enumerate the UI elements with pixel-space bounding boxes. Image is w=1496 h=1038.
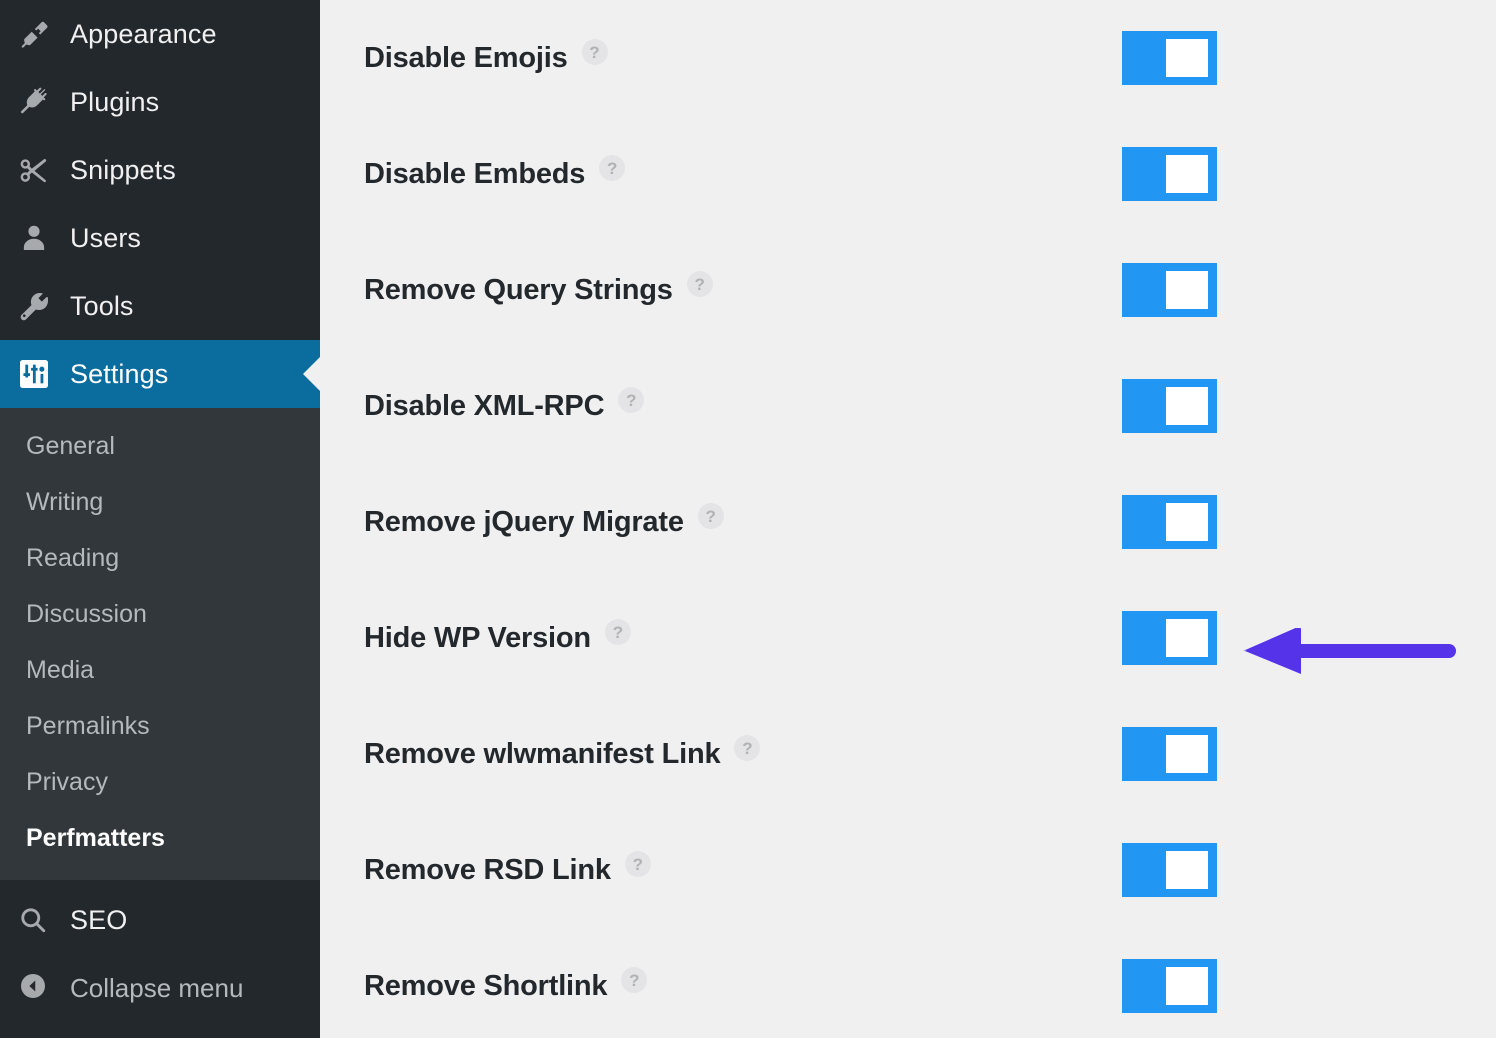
setting-row-disable-xml-rpc: Disable XML-RPC ? <box>320 348 1496 464</box>
sidebar-item-plugins[interactable]: Plugins <box>0 68 320 136</box>
toggle-knob <box>1166 503 1208 541</box>
help-icon[interactable]: ? <box>621 967 648 993</box>
sidebar-item-label: Users <box>70 222 142 253</box>
help-icon[interactable]: ? <box>581 39 608 65</box>
toggle-remove-rsd-link[interactable] <box>1122 843 1217 897</box>
sidebar-item-label: Plugins <box>70 86 160 117</box>
toggle-remove-jquery-migrate[interactable] <box>1122 495 1217 549</box>
toggle-hide-wp-version[interactable] <box>1122 611 1217 665</box>
admin-sidebar: Appearance Plugins Snippets Users Tools … <box>0 0 320 1038</box>
toggle-knob <box>1166 39 1208 77</box>
toggle-disable-emojis[interactable] <box>1122 31 1217 85</box>
setting-label: Hide WP Version <box>364 621 591 654</box>
setting-row-hide-wp-version: Hide WP Version ? <box>320 580 1496 696</box>
setting-label: Remove Shortlink <box>364 969 608 1002</box>
toggle-remove-query-strings[interactable] <box>1122 263 1217 317</box>
help-icon[interactable]: ? <box>599 155 626 181</box>
paintbrush-icon <box>18 18 62 50</box>
submenu-item-general[interactable]: General <box>0 418 320 474</box>
toggle-remove-wlwmanifest-link[interactable] <box>1122 727 1217 781</box>
setting-label: Remove wlwmanifest Link <box>364 737 721 770</box>
sidebar-main-menu: Appearance Plugins Snippets Users Tools … <box>0 0 320 408</box>
submenu-item-writing[interactable]: Writing <box>0 474 320 530</box>
toggle-knob <box>1166 387 1208 425</box>
sidebar-item-label: SEO <box>70 904 128 935</box>
submenu-item-permalinks[interactable]: Permalinks <box>0 698 320 754</box>
setting-label: Disable Emojis <box>364 41 568 74</box>
submenu-item-reading[interactable]: Reading <box>0 530 320 586</box>
setting-row-remove-rsd-link: Remove RSD Link ? <box>320 812 1496 928</box>
collapse-menu-label: Collapse menu <box>70 972 244 1003</box>
user-icon <box>18 222 62 254</box>
submenu-item-discussion[interactable]: Discussion <box>0 586 320 642</box>
sidebar-item-tools[interactable]: Tools <box>0 272 320 340</box>
toggle-knob <box>1166 155 1208 193</box>
toggle-knob <box>1166 967 1208 1005</box>
setting-label: Remove Query Strings <box>364 273 673 306</box>
help-icon[interactable]: ? <box>624 851 651 877</box>
submenu-item-media[interactable]: Media <box>0 642 320 698</box>
help-icon[interactable]: ? <box>697 503 724 529</box>
setting-row-remove-query-strings: Remove Query Strings ? <box>320 232 1496 348</box>
settings-panel: Disable Emojis ? Disable Embeds ? Remove… <box>320 0 1496 1038</box>
submenu-item-perfmatters[interactable]: Perfmatters <box>0 810 320 866</box>
sidebar-item-label: Settings <box>70 358 169 389</box>
sidebar-item-label: Appearance <box>70 18 217 49</box>
search-icon <box>18 905 62 935</box>
plug-icon <box>18 86 62 118</box>
settings-submenu: General Writing Reading Discussion Media… <box>0 408 320 880</box>
setting-row-disable-embeds: Disable Embeds ? <box>320 116 1496 232</box>
help-icon[interactable]: ? <box>734 735 761 761</box>
setting-row-disable-emojis: Disable Emojis ? <box>320 0 1496 116</box>
help-icon[interactable]: ? <box>686 271 713 297</box>
sidebar-item-seo[interactable]: SEO <box>0 886 320 954</box>
setting-label: Remove jQuery Migrate <box>364 505 684 538</box>
toggle-disable-embeds[interactable] <box>1122 147 1217 201</box>
sliders-icon <box>18 358 62 390</box>
setting-label: Remove RSD Link <box>364 853 611 886</box>
setting-row-remove-wlwmanifest-link: Remove wlwmanifest Link ? <box>320 696 1496 812</box>
help-icon[interactable]: ? <box>604 619 631 645</box>
setting-row-remove-shortlink: Remove Shortlink ? <box>320 928 1496 1038</box>
wordpress-admin-screen: Appearance Plugins Snippets Users Tools … <box>0 0 1496 1038</box>
scissors-icon <box>18 154 62 186</box>
setting-row-remove-jquery-migrate: Remove jQuery Migrate ? <box>320 464 1496 580</box>
sidebar-item-appearance[interactable]: Appearance <box>0 0 320 68</box>
setting-label: Disable XML-RPC <box>364 389 605 422</box>
toggle-disable-xml-rpc[interactable] <box>1122 379 1217 433</box>
sidebar-item-settings[interactable]: Settings <box>0 340 320 408</box>
submenu-item-privacy[interactable]: Privacy <box>0 754 320 810</box>
toggle-knob <box>1166 851 1208 889</box>
toggle-knob <box>1166 619 1208 657</box>
sidebar-bottom-menu: SEO Collapse menu <box>0 880 320 1022</box>
sidebar-item-label: Tools <box>70 290 134 321</box>
wrench-icon <box>18 290 62 322</box>
sidebar-item-snippets[interactable]: Snippets <box>0 136 320 204</box>
collapse-arrow-icon <box>18 971 62 1006</box>
setting-label: Disable Embeds <box>364 157 586 190</box>
toggle-knob <box>1166 271 1208 309</box>
collapse-menu-button[interactable]: Collapse menu <box>0 954 320 1022</box>
toggle-remove-shortlink[interactable] <box>1122 959 1217 1013</box>
sidebar-item-users[interactable]: Users <box>0 204 320 272</box>
sidebar-item-label: Snippets <box>70 154 176 185</box>
help-icon[interactable]: ? <box>618 387 645 413</box>
toggle-knob <box>1166 735 1208 773</box>
